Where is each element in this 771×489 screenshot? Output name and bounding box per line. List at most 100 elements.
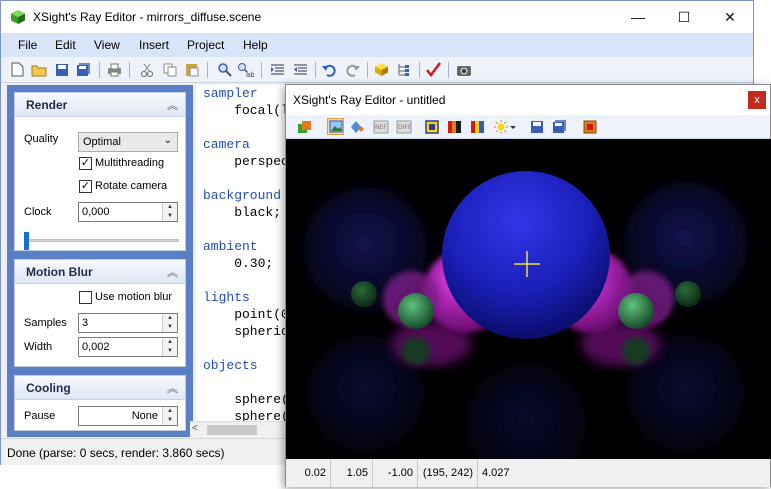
rotate-camera-checkbox[interactable]: ✓	[79, 180, 92, 193]
samples-input[interactable]: 3 ▲ ▼	[78, 313, 178, 333]
code-editor[interactable]: sampler focal(l camera perspec background …	[196, 85, 286, 421]
cut-icon[interactable]	[138, 61, 155, 78]
motion-blur-section-header[interactable]: Motion Blur ︽	[15, 260, 185, 284]
status-text: Done (parse: 0 secs, render: 3.860 secs)	[7, 446, 225, 460]
code-keyword: camera	[203, 137, 250, 152]
object-icon[interactable]	[373, 61, 390, 78]
diff-icon[interactable]: DIFF	[395, 118, 412, 135]
camera-icon[interactable]	[455, 61, 472, 78]
clock-slider-track[interactable]	[24, 239, 179, 242]
menu-help[interactable]: Help	[243, 38, 268, 52]
copy-icon[interactable]	[161, 61, 178, 78]
paste-icon[interactable]	[183, 61, 200, 78]
section-title: Cooling	[26, 381, 71, 395]
quality-select[interactable]: Optimal ⌄	[78, 132, 178, 152]
use-motion-blur-checkbox[interactable]	[79, 291, 92, 304]
pause-input[interactable]: None ▲ ▼	[78, 406, 178, 426]
scrollbar-thumb[interactable]	[207, 425, 257, 435]
render-window: XSight's Ray Editor - untitled x NEF DIF…	[285, 84, 771, 487]
green-sphere-right	[618, 293, 654, 329]
chevron-down-icon: ⌄	[163, 135, 172, 146]
code-line[interactable]: black;	[203, 205, 281, 220]
replace-icon[interactable]: ab	[237, 61, 254, 78]
toolbar-separator	[207, 62, 208, 78]
editor-horizontal-scrollbar[interactable]: <	[190, 421, 288, 438]
check-icon[interactable]	[425, 61, 442, 78]
green-reflection-right	[622, 337, 650, 365]
svg-text:NEF: NEF	[375, 124, 387, 131]
multithreading-checkbox[interactable]: ✓	[79, 157, 92, 170]
collapse-chevron-icon[interactable]: ︽	[167, 97, 178, 113]
open-icon[interactable]	[30, 61, 47, 78]
light-icon[interactable]	[493, 118, 517, 135]
render-canvas[interactable]	[286, 139, 771, 459]
picture-icon[interactable]	[327, 118, 344, 135]
palette-icon[interactable]	[446, 118, 463, 135]
code-line[interactable]: ambient	[203, 239, 258, 254]
render-close-button[interactable]: x	[748, 91, 766, 109]
collapse-chevron-icon[interactable]: ︽	[167, 264, 178, 280]
save-icon[interactable]	[528, 118, 545, 135]
code-line[interactable]: sampler	[203, 86, 258, 101]
redo-icon[interactable]	[344, 61, 361, 78]
maximize-button[interactable]: ☐	[661, 1, 707, 33]
svg-text:DIFF: DIFF	[398, 124, 412, 131]
code-line[interactable]: 0.30;	[203, 256, 273, 271]
frame-icon[interactable]	[423, 118, 440, 135]
code-text: black;	[203, 205, 282, 220]
save-icon[interactable]	[53, 61, 70, 78]
clock-slider-thumb[interactable]	[24, 232, 29, 250]
render-window-title: XSight's Ray Editor - untitled	[293, 93, 446, 107]
width-input[interactable]: 0,002 ▲ ▼	[78, 337, 178, 357]
nef-icon[interactable]: NEF	[372, 118, 389, 135]
use-motion-blur-label: Use motion blur	[95, 291, 173, 303]
code-line[interactable]: lights	[203, 290, 250, 305]
code-line[interactable]: sphere(	[203, 409, 286, 421]
spin-updown-icon[interactable]: ▲ ▼	[162, 407, 177, 425]
print-icon[interactable]	[106, 61, 123, 78]
code-text: sphere(	[203, 409, 286, 421]
new-icon[interactable]	[9, 61, 26, 78]
spin-updown-icon[interactable]: ▲ ▼	[162, 203, 177, 221]
code-line[interactable]: background	[203, 188, 281, 203]
save-all-icon[interactable]	[75, 61, 92, 78]
pause-label: Pause	[24, 410, 56, 422]
menu-view[interactable]: View	[94, 38, 120, 52]
scroll-left-icon[interactable]: <	[192, 423, 198, 434]
status-value-2: 1.05	[331, 459, 373, 487]
menu-file[interactable]: File	[18, 38, 37, 52]
clock-input[interactable]: 0,000 ▲ ▼	[78, 202, 178, 222]
render-section-header[interactable]: Render ︽	[15, 93, 185, 117]
close-button[interactable]: ✕	[707, 1, 753, 33]
colors-icon[interactable]	[469, 118, 486, 135]
find-icon[interactable]	[216, 61, 233, 78]
spin-updown-icon[interactable]: ▲ ▼	[162, 314, 177, 332]
image-icon[interactable]	[581, 118, 598, 135]
code-line[interactable]: point(0	[203, 307, 286, 322]
tree-icon[interactable]	[395, 61, 412, 78]
code-line[interactable]: spheric	[203, 324, 286, 339]
code-line[interactable]: camera	[203, 137, 250, 152]
outdent-icon[interactable]	[292, 61, 309, 78]
menu-edit[interactable]: Edit	[55, 38, 76, 52]
menu-project[interactable]: Project	[187, 38, 224, 52]
main-blue-sphere	[442, 171, 610, 339]
code-line[interactable]: sphere(	[203, 392, 286, 407]
diamond-icon[interactable]	[349, 118, 366, 135]
indent-icon[interactable]	[269, 61, 286, 78]
section-title: Motion Blur	[26, 265, 93, 279]
code-line[interactable]: focal(l	[203, 103, 286, 118]
code-line[interactable]: objects	[203, 358, 258, 373]
scene-icon[interactable]	[296, 118, 313, 135]
undo-icon[interactable]	[321, 61, 338, 78]
code-line[interactable]: perspec	[203, 154, 286, 169]
collapse-chevron-icon[interactable]: ︽	[167, 380, 178, 396]
minimize-button[interactable]: —	[615, 1, 661, 33]
save-all-icon[interactable]	[551, 118, 568, 135]
code-keyword: background	[203, 188, 282, 203]
menu-insert[interactable]: Insert	[139, 38, 169, 52]
green-sphere-left	[398, 293, 434, 329]
section-title: Render	[26, 98, 68, 112]
spin-updown-icon[interactable]: ▲ ▼	[162, 338, 177, 356]
cooling-section-header[interactable]: Cooling ︽	[15, 376, 185, 400]
